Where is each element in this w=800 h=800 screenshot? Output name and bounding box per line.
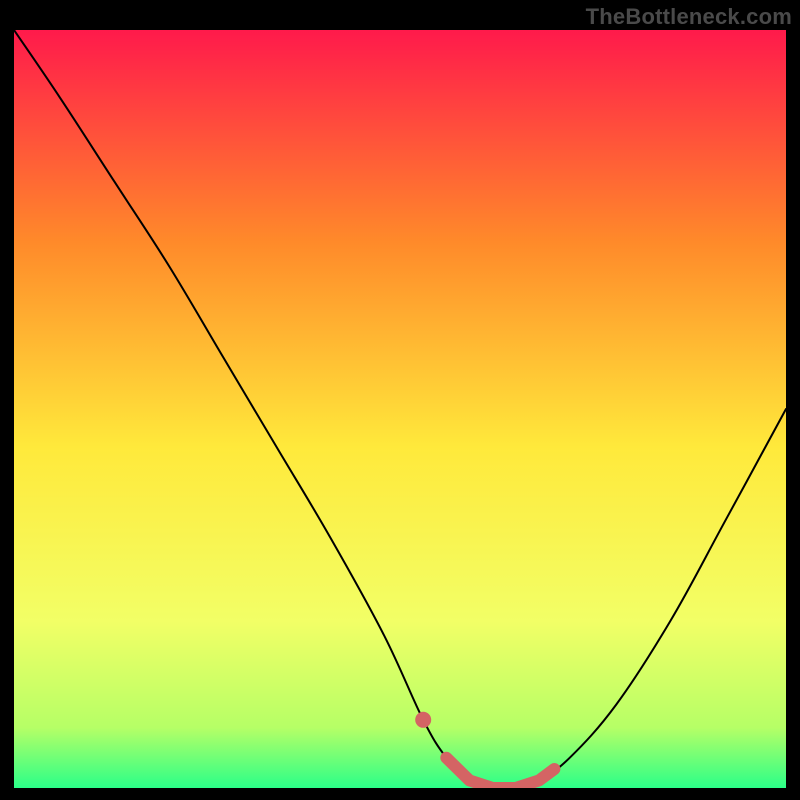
watermark-text: TheBottleneck.com: [586, 4, 792, 30]
chart-svg: [14, 30, 786, 788]
gradient-background: [14, 30, 786, 788]
chart-stage: TheBottleneck.com: [0, 0, 800, 800]
plot-area: [14, 30, 786, 788]
highlight-dot: [415, 712, 431, 728]
